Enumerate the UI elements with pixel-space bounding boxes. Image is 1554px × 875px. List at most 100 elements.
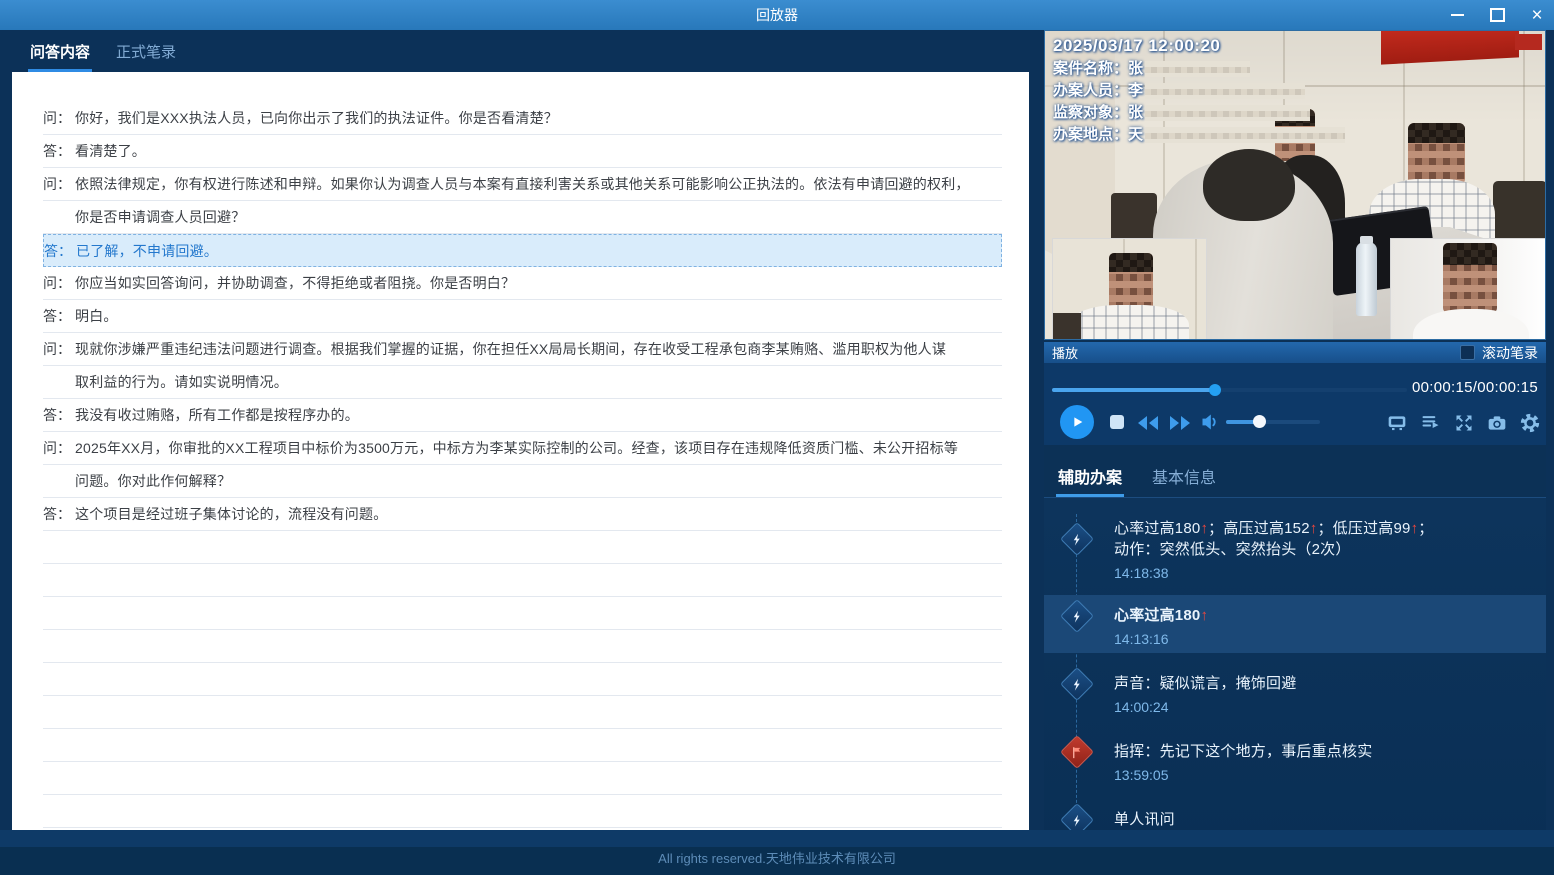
qa-row[interactable]: 问：2025年XX月，你审批的XX工程项目中标价为3500万元，中标方为李某实际… (43, 432, 1002, 465)
lightning-badge (1060, 599, 1094, 633)
qa-row-empty (43, 696, 1002, 729)
qa-row-text: 现就你涉嫌严重违纪违法问题进行调查。根据我们掌握的证据，你在担任XX局局长期间，… (75, 339, 946, 359)
tab-formal-record[interactable]: 正式笔录 (114, 41, 178, 72)
chair (1053, 313, 1081, 340)
scroll-transcript-toggle[interactable]: 滚动笔录 (1460, 343, 1538, 363)
person-face-pixelated (1443, 243, 1497, 313)
event-text: 单人讯问 (1114, 809, 1536, 830)
qa-sheet: 问：你好，我们是XXX执法人员，已向你出示了我们的执法证件。你是否看清楚？答：看… (12, 72, 1029, 830)
lightning-icon (1071, 677, 1084, 690)
redacted-value (1145, 83, 1305, 99)
qa-row[interactable]: 你是否申请调查人员回避？ (43, 201, 1002, 234)
qa-row[interactable]: 问：你应当如实回答询问，并协助调查，不得拒绝或者阻挠。你是否明白？ (43, 267, 1002, 300)
controls-row (1044, 403, 1546, 443)
lightning-icon (1071, 533, 1084, 546)
event-text: 指挥：先记下这个地方，事后重点核实 (1114, 741, 1536, 762)
volume-knob[interactable] (1253, 415, 1266, 428)
qa-row-text: 我没有收过贿赂，所有工作都是按程序办的。 (75, 405, 359, 425)
timeline-event[interactable]: 声音：疑似谎言，掩饰回避14:00:24 (1044, 663, 1546, 721)
qa-row-text: 已了解，不申请回避。 (76, 241, 218, 261)
qa-row-text: 问题。你对此作何解释？ (75, 471, 231, 491)
qa-row-label: 答： (43, 141, 75, 161)
monitor-icon (1387, 413, 1407, 433)
person-white-shirt (1413, 309, 1529, 340)
mute-button[interactable] (1200, 412, 1220, 437)
qa-row-empty (43, 564, 1002, 597)
qa-row-label: 答： (43, 405, 75, 425)
flag-icon (1071, 745, 1084, 758)
video-view[interactable]: 2025/03/17 12:00:20 案件名称：张办案人员：李监察对象：张办案… (1044, 30, 1546, 340)
maximize-button[interactable] (1486, 4, 1508, 26)
qa-row-label: 问： (43, 174, 75, 194)
qa-row-text: 2025年XX月，你审批的XX工程项目中标价为3500万元，中标方为李某实际控制… (75, 438, 958, 458)
qa-rows: 问：你好，我们是XXX执法人员，已向你出示了我们的执法证件。你是否看清楚？答：看… (12, 72, 1029, 828)
qa-row-empty (43, 729, 1002, 762)
event-text: 心率过高180↑；高压过高152↑；低压过高99↑； (1114, 518, 1536, 539)
event-list: 心率过高180↑；高压过高152↑；低压过高99↑；动作：突然低头、突然抬头（2… (1044, 508, 1546, 843)
camera-icon (1487, 413, 1507, 433)
time-display: 00:00:15/00:00:15 (1412, 379, 1538, 396)
titlebar: 回放器 × (0, 0, 1554, 30)
player-bar-title: 播放 (1052, 343, 1078, 362)
play-icon (1069, 414, 1085, 430)
snapshot-button[interactable] (1487, 413, 1507, 433)
event-time: 14:18:38 (1114, 565, 1536, 581)
minimize-button[interactable] (1446, 4, 1468, 26)
qa-row-empty (43, 531, 1002, 564)
qa-row[interactable]: 答：我没有收过贿赂，所有工作都是按程序办的。 (43, 399, 1002, 432)
timeline-event[interactable]: 心率过高180↑；高压过高152↑；低压过高99↑；动作：突然低头、突然抬头（2… (1044, 508, 1546, 587)
qa-row-empty (43, 795, 1002, 828)
tab-qa-content[interactable]: 问答内容 (28, 41, 92, 72)
redacted-value (1145, 105, 1310, 121)
close-button[interactable]: × (1526, 4, 1548, 26)
playlist-button[interactable] (1421, 413, 1441, 433)
qa-row[interactable]: 答：明白。 (43, 300, 1002, 333)
transcript-tabs: 问答内容 正式笔录 (28, 30, 178, 72)
settings-button[interactable] (1520, 413, 1540, 433)
qa-row[interactable]: 取利益的行为。请如实说明情况。 (43, 366, 1002, 399)
overlay-fields: 案件名称：张办案人员：李监察对象：张办案地点：天 (1053, 58, 1345, 146)
qa-row[interactable]: 答：看清楚了。 (43, 135, 1002, 168)
bottle-cap (1360, 236, 1373, 244)
fullscreen-button[interactable] (1454, 413, 1474, 433)
stop-button[interactable] (1110, 415, 1124, 429)
event-text: 动作：突然低头、突然抬头（2次） (1114, 539, 1536, 560)
qa-row[interactable]: 问：现就你涉嫌严重违纪违法问题进行调查。根据我们掌握的证据，你在担任XX局局长期… (43, 333, 1002, 366)
qa-row[interactable]: 问：你好，我们是XXX执法人员，已向你出示了我们的执法证件。你是否看清楚？ (43, 102, 1002, 135)
red-banner (1381, 30, 1519, 65)
event-text: 心率过高180↑ (1114, 605, 1536, 626)
overlay-field-label: 案件名称：张 (1053, 58, 1143, 80)
qa-row-empty (43, 630, 1002, 663)
play-button[interactable] (1060, 405, 1094, 439)
tab-basic-info[interactable]: 基本信息 (1150, 464, 1218, 497)
rewind-button[interactable] (1136, 415, 1160, 436)
overlay-field: 办案人员：李 (1053, 80, 1345, 102)
timeline-event[interactable]: 指挥：先记下这个地方，事后重点核实13:59:05 (1044, 731, 1546, 789)
event-text: 声音：疑似谎言，掩饰回避 (1114, 673, 1536, 694)
volume-slider[interactable] (1226, 420, 1320, 424)
rewind-icon (1136, 415, 1160, 431)
scroll-transcript-checkbox[interactable] (1460, 345, 1475, 360)
qa-row-label: 问： (43, 438, 75, 458)
qa-row[interactable]: 问：依照法律规定，你有权进行陈述和申辩。如果你认为调查人员与本案有直接利害关系或… (43, 168, 1002, 201)
minimize-icon (1451, 14, 1464, 16)
qa-row-label: 答： (43, 504, 75, 524)
seek-bar[interactable] (1052, 388, 1407, 392)
video-overlay-info: 2025/03/17 12:00:20 案件名称：张办案人员：李监察对象：张办案… (1053, 36, 1345, 146)
qa-row-text: 你应当如实回答询问，并协助调查，不得拒绝或者阻挠。你是否明白？ (75, 273, 515, 293)
gear-icon (1520, 413, 1540, 433)
timeline-event[interactable]: 心率过高180↑14:13:16 (1044, 595, 1546, 653)
seek-bar-knob[interactable] (1209, 384, 1221, 396)
qa-row[interactable]: 答：这个项目是经过班子集体讨论的，流程没有问题。 (43, 498, 1002, 531)
qa-row[interactable]: 答：已了解，不申请回避。 (43, 234, 1002, 267)
tab-assist-case[interactable]: 辅助办案 (1056, 464, 1124, 497)
qa-row-label: 问： (43, 273, 75, 293)
qa-row-text: 你好，我们是XXX执法人员，已向你出示了我们的执法证件。你是否看清楚？ (75, 108, 558, 128)
qa-row[interactable]: 问题。你对此作何解释？ (43, 465, 1002, 498)
monitor-button[interactable] (1387, 413, 1407, 433)
water-bottle (1356, 242, 1377, 316)
person-face-pixelated (1408, 123, 1465, 185)
person-back-hair (1203, 149, 1295, 221)
fast-forward-button[interactable] (1168, 415, 1192, 436)
bottom-band (0, 830, 1554, 847)
